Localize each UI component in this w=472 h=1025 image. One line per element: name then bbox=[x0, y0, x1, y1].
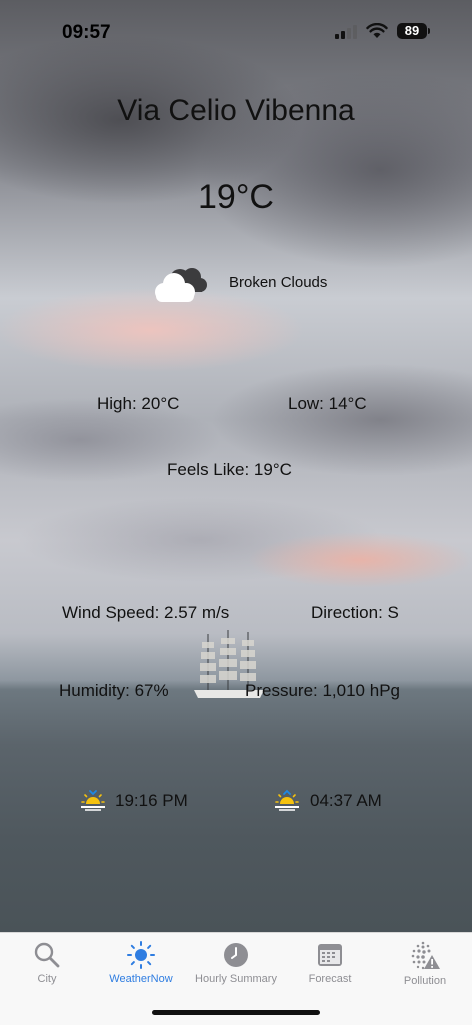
tab-weathernow[interactable]: WeatherNow bbox=[94, 941, 188, 985]
tab-label: Forecast bbox=[308, 973, 352, 985]
condition-label: Broken Clouds bbox=[229, 274, 328, 291]
tab-pollution[interactable]: Pollution bbox=[378, 941, 472, 987]
tab-label: City bbox=[37, 973, 57, 985]
battery-cap bbox=[428, 28, 430, 34]
current-temperature: 19°C bbox=[198, 178, 274, 216]
search-icon bbox=[34, 942, 60, 968]
battery-icon: 89 bbox=[397, 23, 427, 39]
status-time: 09:57 bbox=[62, 22, 111, 43]
sunset-icon bbox=[81, 790, 105, 811]
signal-icon bbox=[335, 25, 357, 39]
sunrise-time: 04:37 AM bbox=[310, 791, 382, 810]
sunrise-icon bbox=[275, 789, 299, 811]
tab-label: Pollution bbox=[403, 975, 447, 987]
home-indicator bbox=[152, 1010, 320, 1015]
wifi-icon bbox=[366, 23, 388, 38]
tab-label: WeatherNow bbox=[109, 973, 173, 985]
sun-icon bbox=[127, 941, 155, 969]
humidity: Humidity: 67% bbox=[59, 681, 169, 700]
sunset-time: 19:16 PM bbox=[115, 791, 188, 810]
tab-forecast[interactable]: Forecast bbox=[283, 941, 377, 985]
tab-hourly-summary[interactable]: Hourly Summary bbox=[189, 941, 283, 985]
wind-direction: Direction: S bbox=[311, 603, 399, 622]
pressure: Pressure: 1,010 hPg bbox=[245, 681, 400, 700]
high-temp: High: 20°C bbox=[97, 394, 180, 413]
clock-icon bbox=[224, 943, 248, 967]
feels-like: Feels Like: 19°C bbox=[167, 460, 292, 479]
pollution-warning-icon bbox=[411, 941, 440, 970]
low-temp: Low: 14°C bbox=[288, 394, 367, 413]
broken-clouds-icon bbox=[155, 268, 207, 302]
status-bar: 09:57 89 bbox=[0, 0, 472, 60]
tab-city[interactable]: City bbox=[0, 941, 94, 985]
wind-speed: Wind Speed: 2.57 m/s bbox=[62, 603, 230, 622]
city-name: Via Celio Vibenna bbox=[117, 94, 355, 127]
calendar-icon bbox=[318, 944, 342, 966]
tab-label: Hourly Summary bbox=[195, 973, 277, 985]
